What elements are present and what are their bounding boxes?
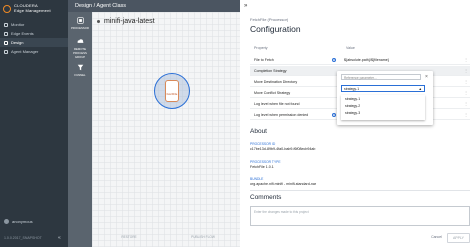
info-icon[interactable]: ? (332, 57, 336, 62)
strategy-option[interactable]: strategy-2 (341, 103, 425, 110)
user-menu[interactable]: anonymous (4, 219, 33, 224)
double-chevron-right-icon[interactable]: » (244, 3, 247, 9)
processor-selection[interactable]: FetchFile (154, 73, 190, 109)
col-value: Value (346, 46, 355, 50)
brand: CLOUDERA Edge Management (0, 0, 68, 20)
version-label: 1.0.0.2017_SNAPSHOT (4, 236, 42, 240)
user-name: anonymous (12, 219, 33, 224)
comments-textarea[interactable]: Enter the changes made to this project (250, 206, 470, 226)
design-icon (4, 40, 8, 45)
more-icon[interactable]: ⋮ (462, 69, 470, 73)
about-value: c17be13d-89b9-4fa0-bab9-f6f08ecb94ab (250, 147, 316, 151)
bottom-actions: RESTORE PUBLISH FLOW (92, 234, 240, 247)
caret-up-icon: ▲ (418, 87, 422, 91)
property-row[interactable]: File to Fetch ? ${absolute.path}/${filen… (250, 55, 470, 65)
properties-header: Property Value (250, 46, 470, 52)
about-title: About (250, 128, 267, 135)
funnel-icon (77, 64, 83, 71)
about-label: PROCESSOR TYPE (250, 160, 281, 164)
about-processor-type: PROCESSOR TYPE FetchFile 1.0.1 (250, 160, 470, 169)
property-name: Log level when file not found (254, 101, 300, 106)
about-label: BUNDLE (250, 177, 264, 181)
comments-title: Comments (250, 194, 282, 201)
parameter-editor-popup: Reference parameter... × strategy-1 ▲ st… (337, 71, 433, 125)
strategy-option[interactable]: strategy-3 (341, 110, 425, 117)
agent-icon (4, 49, 8, 54)
palette-item-label: FUNNEL (74, 73, 86, 77)
more-icon[interactable]: ⋮ (462, 102, 470, 106)
brand-product: Edge Management (14, 7, 51, 13)
palette-item-funnel[interactable]: FUNNEL (71, 64, 89, 77)
monitor-icon (4, 22, 8, 27)
component-palette: PROCESSOR REMOTE PROCESS GROUP FUNNEL (68, 12, 92, 247)
processor-node[interactable]: FetchFile (165, 80, 179, 102)
nav-item-monitor[interactable]: Monitor (0, 20, 68, 29)
nav-item-edge-events[interactable]: Edge Events (0, 29, 68, 38)
double-chevron-left-icon[interactable]: « (58, 235, 61, 241)
info-icon[interactable]: ? (332, 112, 336, 117)
cloud-icon (76, 39, 83, 43)
strategy-select[interactable]: strategy-1 ▲ (341, 85, 425, 92)
left-nav: CLOUDERA Edge Management Monitor Edge Ev… (0, 0, 68, 247)
design-area: Design / Agent Class PROCESSOR REMOTE PR… (68, 0, 240, 247)
publish-flow-button[interactable]: PUBLISH FLOW (166, 234, 240, 247)
about-bundle: BUNDLE org.apache.nifi.minifi - minifi-s… (250, 177, 470, 186)
nav-item-design[interactable]: Design (0, 38, 68, 47)
restore-button[interactable]: RESTORE (92, 234, 166, 247)
apply-button[interactable]: APPLY (446, 233, 470, 243)
property-name: Completion Strategy (254, 68, 287, 73)
nav-item-label: Design (11, 40, 24, 45)
strategy-option[interactable]: strategy-1 (341, 96, 425, 103)
processor-name: FetchFile (166, 93, 178, 96)
palette-item-label: PROCESSOR (71, 26, 89, 30)
strategy-options: strategy-1 strategy-2 strategy-3 (341, 95, 425, 120)
property-name: Log level when permission denied (254, 112, 309, 117)
panel-actions: Cancel APPLY (250, 233, 470, 243)
about-processor-id: PROCESSOR ID c17be13d-89b9-4fa0-bab9-f6f… (250, 142, 470, 151)
about-value: org.apache.nifi.minifi - minifi-standard… (250, 182, 317, 186)
about-value: FetchFile 1.0.1 (250, 165, 274, 169)
strategy-selected-value: strategy-1 (344, 87, 360, 91)
cloudera-logo-icon (3, 5, 11, 13)
panel-subtitle: FetchFile (Processor) (250, 17, 289, 22)
flow-title: minifi-java-latest (104, 18, 155, 25)
nav-item-label: Edge Events (11, 31, 34, 36)
parameter-reference-input[interactable]: Reference parameter... (341, 74, 421, 80)
nav-item-label: Monitor (11, 22, 25, 27)
processor-icon (76, 17, 84, 24)
palette-item-remote-process-group[interactable]: REMOTE PROCESS GROUP (71, 38, 89, 59)
more-icon[interactable]: ⋮ (462, 91, 470, 95)
close-icon[interactable]: × (425, 74, 428, 80)
flow-canvas[interactable]: minifi-java-latest FetchFile (92, 12, 240, 247)
more-icon[interactable]: ⋮ (462, 58, 470, 62)
palette-item-processor[interactable]: PROCESSOR (71, 17, 89, 30)
nav-item-agent-manager[interactable]: Agent Manager (0, 47, 68, 56)
palette-item-label: REMOTE PROCESS GROUP (73, 47, 87, 59)
property-name: Move Conflict Strategy (254, 90, 291, 95)
property-name: Move Destination Directory (254, 79, 298, 84)
divider (250, 190, 470, 191)
property-value: ${absolute.path}/${filename} (344, 57, 389, 62)
about-label: PROCESSOR ID (250, 142, 276, 146)
panel-title: Configuration (250, 24, 301, 34)
property-name: File to Fetch (254, 57, 274, 62)
avatar (4, 219, 9, 224)
flow-status-dot-icon (97, 20, 100, 23)
cancel-button[interactable]: Cancel (426, 233, 447, 243)
more-icon[interactable]: ⋮ (462, 80, 470, 84)
events-icon (4, 31, 8, 36)
more-icon[interactable]: ⋮ (462, 113, 470, 117)
col-property: Property (254, 46, 268, 50)
breadcrumb: Design / Agent Class (68, 0, 240, 12)
nav-item-label: Agent Manager (11, 49, 39, 54)
